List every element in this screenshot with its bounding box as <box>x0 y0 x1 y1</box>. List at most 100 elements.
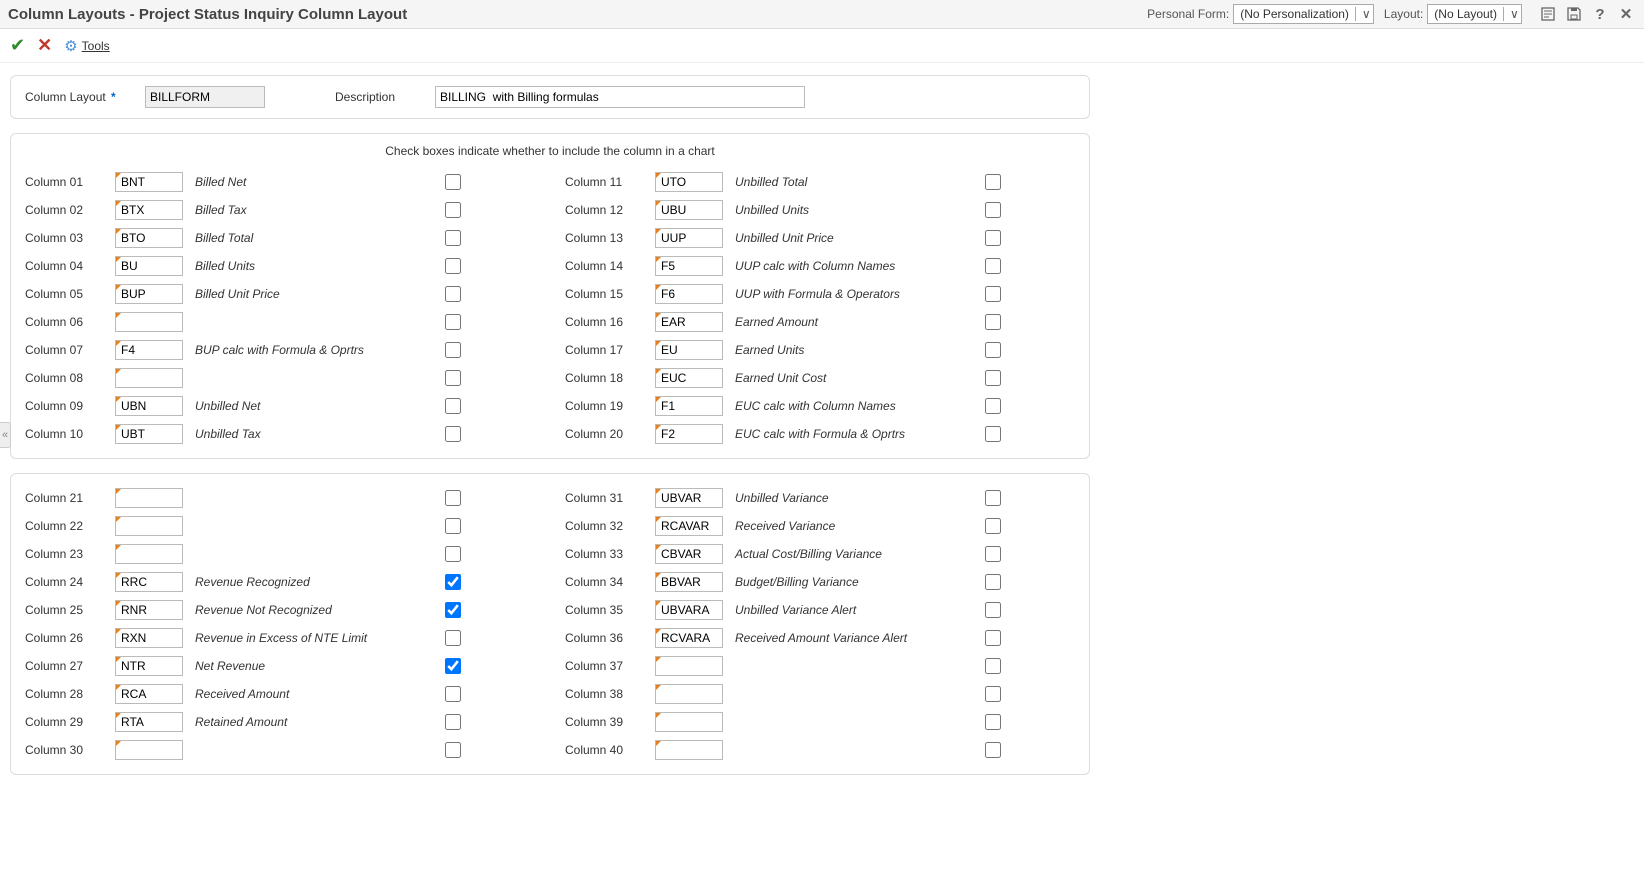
column-code-input[interactable] <box>115 228 183 248</box>
column-code-input[interactable] <box>115 656 183 676</box>
include-in-chart-checkbox[interactable] <box>985 742 1001 758</box>
column-code-input[interactable] <box>655 340 723 360</box>
include-in-chart-checkbox[interactable] <box>445 230 461 246</box>
include-in-chart-checkbox[interactable] <box>985 258 1001 274</box>
chevron-down-icon[interactable]: ∨ <box>1503 7 1521 21</box>
notes-icon[interactable] <box>1538 4 1558 24</box>
column-code-input[interactable] <box>655 172 723 192</box>
column-code-input[interactable] <box>655 396 723 416</box>
description-input[interactable] <box>435 86 805 108</box>
column-code-input[interactable] <box>655 712 723 732</box>
column-row: Column 17Earned Units <box>565 336 1075 364</box>
column-code-input[interactable] <box>115 628 183 648</box>
column-code-input[interactable] <box>115 600 183 620</box>
column-code-input[interactable] <box>655 312 723 332</box>
column-code-input[interactable] <box>655 200 723 220</box>
column-code-input[interactable] <box>655 228 723 248</box>
save-icon[interactable] <box>1564 4 1584 24</box>
layout-select[interactable]: (No Layout) ∨ <box>1427 4 1522 24</box>
column-description: Unbilled Tax <box>195 427 445 441</box>
ok-button[interactable]: ✔ <box>10 35 25 56</box>
include-in-chart-checkbox[interactable] <box>985 342 1001 358</box>
expand-panel-icon[interactable]: « <box>0 422 11 448</box>
include-in-chart-checkbox[interactable] <box>985 602 1001 618</box>
column-code-input[interactable] <box>115 172 183 192</box>
column-code-input[interactable] <box>655 656 723 676</box>
include-in-chart-checkbox[interactable] <box>445 342 461 358</box>
column-code-input[interactable] <box>655 628 723 648</box>
include-in-chart-checkbox[interactable] <box>445 602 461 618</box>
column-code-input[interactable] <box>115 396 183 416</box>
include-in-chart-checkbox[interactable] <box>445 314 461 330</box>
include-in-chart-checkbox[interactable] <box>985 686 1001 702</box>
tools-label: Tools <box>82 39 110 53</box>
column-code-input[interactable] <box>655 544 723 564</box>
column-code-input[interactable] <box>115 488 183 508</box>
include-in-chart-checkbox[interactable] <box>445 686 461 702</box>
column-code-input[interactable] <box>115 368 183 388</box>
column-code-input[interactable] <box>655 284 723 304</box>
include-in-chart-checkbox[interactable] <box>445 370 461 386</box>
column-code-input[interactable] <box>115 340 183 360</box>
include-in-chart-checkbox[interactable] <box>985 202 1001 218</box>
column-code-input[interactable] <box>115 284 183 304</box>
include-in-chart-checkbox[interactable] <box>445 426 461 442</box>
column-code-input[interactable] <box>655 740 723 760</box>
close-icon[interactable]: ✕ <box>1616 4 1636 24</box>
column-code-input[interactable] <box>655 368 723 388</box>
include-in-chart-checkbox[interactable] <box>445 574 461 590</box>
include-in-chart-checkbox[interactable] <box>985 518 1001 534</box>
column-code-input[interactable] <box>115 424 183 444</box>
include-in-chart-checkbox[interactable] <box>445 630 461 646</box>
column-code-input[interactable] <box>655 424 723 444</box>
include-in-chart-checkbox[interactable] <box>985 286 1001 302</box>
column-label: Column 17 <box>565 343 655 357</box>
column-description: Budget/Billing Variance <box>735 575 985 589</box>
include-in-chart-checkbox[interactable] <box>985 426 1001 442</box>
column-code-input[interactable] <box>115 740 183 760</box>
include-in-chart-checkbox[interactable] <box>445 546 461 562</box>
column-code-input[interactable] <box>115 256 183 276</box>
cancel-button[interactable]: ✕ <box>37 35 52 56</box>
column-code-input[interactable] <box>115 312 183 332</box>
column-code-input[interactable] <box>655 256 723 276</box>
include-in-chart-checkbox[interactable] <box>985 398 1001 414</box>
include-in-chart-checkbox[interactable] <box>445 174 461 190</box>
personal-form-select[interactable]: (No Personalization) ∨ <box>1233 4 1374 24</box>
include-in-chart-checkbox[interactable] <box>985 714 1001 730</box>
include-in-chart-checkbox[interactable] <box>445 286 461 302</box>
column-code-input[interactable] <box>655 516 723 536</box>
include-in-chart-checkbox[interactable] <box>445 398 461 414</box>
column-code-input[interactable] <box>655 684 723 704</box>
include-in-chart-checkbox[interactable] <box>985 630 1001 646</box>
column-code-input[interactable] <box>115 572 183 592</box>
column-code-input[interactable] <box>115 712 183 732</box>
column-layout-input[interactable] <box>145 86 265 108</box>
include-in-chart-checkbox[interactable] <box>985 546 1001 562</box>
include-in-chart-checkbox[interactable] <box>445 202 461 218</box>
include-in-chart-checkbox[interactable] <box>985 490 1001 506</box>
include-in-chart-checkbox[interactable] <box>985 174 1001 190</box>
column-code-input[interactable] <box>115 684 183 704</box>
column-label: Column 13 <box>565 231 655 245</box>
include-in-chart-checkbox[interactable] <box>445 518 461 534</box>
include-in-chart-checkbox[interactable] <box>445 658 461 674</box>
column-code-input[interactable] <box>115 516 183 536</box>
include-in-chart-checkbox[interactable] <box>985 230 1001 246</box>
tools-menu[interactable]: ⚙ Tools <box>64 37 109 55</box>
column-code-input[interactable] <box>655 572 723 592</box>
include-in-chart-checkbox[interactable] <box>985 574 1001 590</box>
include-in-chart-checkbox[interactable] <box>985 314 1001 330</box>
include-in-chart-checkbox[interactable] <box>445 258 461 274</box>
include-in-chart-checkbox[interactable] <box>985 658 1001 674</box>
include-in-chart-checkbox[interactable] <box>985 370 1001 386</box>
include-in-chart-checkbox[interactable] <box>445 490 461 506</box>
column-code-input[interactable] <box>655 600 723 620</box>
chevron-down-icon[interactable]: ∨ <box>1355 7 1373 21</box>
column-code-input[interactable] <box>655 488 723 508</box>
include-in-chart-checkbox[interactable] <box>445 742 461 758</box>
column-code-input[interactable] <box>115 200 183 220</box>
include-in-chart-checkbox[interactable] <box>445 714 461 730</box>
column-code-input[interactable] <box>115 544 183 564</box>
help-icon[interactable]: ? <box>1590 4 1610 24</box>
